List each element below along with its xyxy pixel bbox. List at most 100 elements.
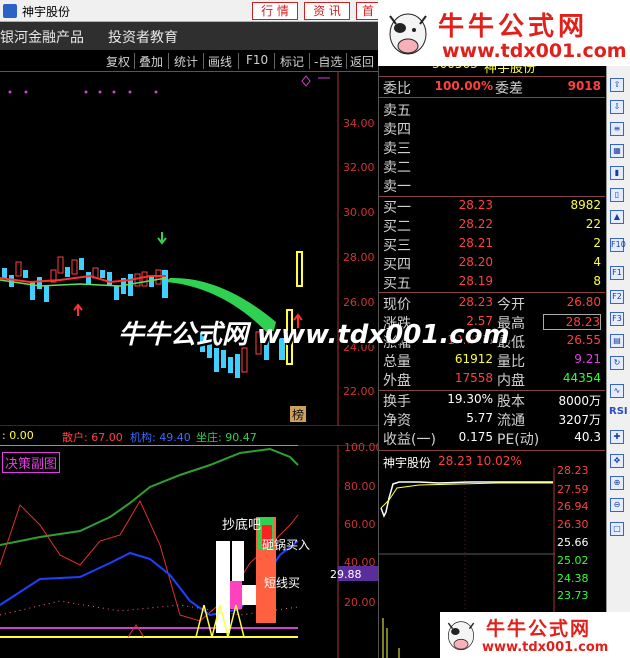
price-tick: 34.00 <box>343 117 375 130</box>
news-button[interactable]: 资 讯 <box>304 2 350 20</box>
stat-label: 总量 <box>383 354 411 370</box>
promo-item-products[interactable]: 银河金融产品 <box>0 27 84 47</box>
move-icon[interactable]: ✥ <box>610 454 624 468</box>
watermark-url: www.tdx001.com <box>482 640 609 655</box>
panel-divider <box>379 76 605 77</box>
top-right-markers <box>301 75 330 87</box>
cross-icon[interactable]: ✚ <box>610 430 624 444</box>
dealer-value: 坐庄: 90.47 <box>196 431 257 444</box>
tool-adjust[interactable]: 复权 <box>106 53 130 70</box>
home-button[interactable]: 首页 <box>356 2 380 20</box>
bars-icon[interactable]: ▮ <box>610 166 624 180</box>
short-buy-label: 短线买 <box>264 576 301 590</box>
bid-volume: 8982 <box>570 198 601 212</box>
stat-value: 17558 <box>454 371 493 385</box>
tool-mark[interactable]: 标记 <box>280 53 304 70</box>
refresh-icon[interactable]: ↻ <box>610 356 624 370</box>
stats-row: 收益(一) 0.175 PE(动) 40.3 <box>383 429 605 448</box>
wave-icon[interactable]: ∿ <box>610 384 624 398</box>
bid-price: 28.20 <box>458 255 493 269</box>
bid-price: 28.21 <box>458 236 493 250</box>
price-tick: 22.00 <box>343 385 375 398</box>
intraday-volume <box>382 618 400 658</box>
bid-volume: 8 <box>593 274 601 288</box>
tool-remove-favorite[interactable]: -自选 <box>314 53 342 70</box>
ask-label: 卖三 <box>383 141 411 157</box>
mini-chart-price: 28.23 <box>438 454 473 468</box>
zero-line <box>127 624 145 638</box>
ask-row: 卖一 <box>383 176 605 195</box>
tool-stats[interactable]: 统计 <box>174 53 198 70</box>
watermark-brand: 牛牛公式网 <box>438 12 589 42</box>
ask-label: 卖四 <box>383 122 411 138</box>
grid-icon[interactable]: ▦ <box>610 144 624 158</box>
decision-subchart[interactable]: 29.88 <box>0 445 378 658</box>
stat-label: 量比 <box>497 354 525 370</box>
page-icon[interactable]: □ <box>610 522 624 536</box>
stats-row: 净资 5.77 流通 3207万 <box>383 410 605 429</box>
bid-volume: 2 <box>593 236 601 250</box>
mini-tick: 28.23 <box>557 464 589 477</box>
cow-logo-icon <box>447 621 475 651</box>
panel-divider <box>379 97 605 98</box>
subchart-title[interactable]: 决策副图 <box>2 452 61 473</box>
tool-overlay[interactable]: 叠加 <box>139 53 163 70</box>
subchart-tick: 80.00 <box>344 480 376 493</box>
subchart-tick: 40.00 <box>344 556 376 569</box>
weicha-label: 委差 <box>495 81 523 97</box>
tool-back[interactable]: 返回 <box>350 53 374 70</box>
promo-item-education[interactable]: 投资者教育 <box>108 27 178 47</box>
stat-value: 0.175 <box>458 430 493 444</box>
f1-icon[interactable]: F1 <box>610 266 624 280</box>
stats-row: 换手 19.30% 股本 8000万 <box>383 391 605 410</box>
zoom-in-icon[interactable]: ⊕ <box>610 476 624 490</box>
zoom-out-icon[interactable]: ⊖ <box>610 498 624 512</box>
bid-price: 28.19 <box>458 274 493 288</box>
mini-tick: 26.30 <box>557 518 589 531</box>
kline-chart[interactable]: 榜 <box>0 72 378 426</box>
f3-icon[interactable]: F3 <box>610 312 624 326</box>
price-tick: 26.00 <box>343 296 375 309</box>
app-icon <box>3 4 17 18</box>
tool-f10[interactable]: F10 <box>246 53 268 67</box>
weicha-value: 9018 <box>567 79 601 93</box>
chart-icon[interactable]: ▲ <box>610 210 624 224</box>
report-icon[interactable]: ▤ <box>610 334 624 348</box>
watermark-banner-bottom: 牛牛公式网 www.tdx001.com <box>440 612 630 658</box>
toolbar-divider <box>346 53 347 69</box>
bid-label: 买二 <box>383 219 411 235</box>
rank-badge: 榜 <box>292 407 304 422</box>
bid-row: 买三 28.21 2 <box>383 235 605 254</box>
mini-tick: 27.59 <box>557 483 589 496</box>
bid-price: 28.23 <box>458 198 493 212</box>
candles-icon[interactable]: ▯ <box>610 188 624 202</box>
up-icon[interactable]: ⇧ <box>610 78 624 92</box>
tool-draw[interactable]: 画线 <box>208 53 232 70</box>
stat-value: 40.3 <box>574 430 601 444</box>
cow-logo-icon <box>389 13 427 55</box>
toolbar-divider <box>309 53 310 69</box>
ask-label: 卖五 <box>383 103 411 119</box>
stats-row: 现价 28.23 今开 26.80 <box>383 294 605 313</box>
mini-tick: 23.73 <box>557 589 589 602</box>
stat-label: 股本 <box>497 394 525 410</box>
subchart-tick: 100.00 <box>344 441 383 454</box>
bid-label: 买五 <box>383 276 411 292</box>
retail-value: 散户: 67.00 <box>62 431 123 444</box>
watermark-brand: 牛牛公式网 <box>486 618 592 640</box>
panel-divider <box>379 450 605 451</box>
f10-icon[interactable]: F10 <box>610 238 626 252</box>
price-tick: 30.00 <box>343 206 375 219</box>
bid-row: 买五 28.19 8 <box>383 273 605 292</box>
panel-divider <box>379 292 605 293</box>
quotes-button[interactable]: 行 情 <box>252 2 298 20</box>
rsi-icon[interactable]: RSI <box>609 406 628 417</box>
weibi-value: 100.00% <box>434 79 493 93</box>
list-icon[interactable]: ≡ <box>610 122 624 136</box>
buy-in-label: 砸锅买入 <box>262 538 311 552</box>
order-ratio-row: 委比 100.00% 委差 9018 <box>383 78 605 97</box>
f2-icon[interactable]: F2 <box>610 290 624 304</box>
down-icon[interactable]: ⇩ <box>610 100 624 114</box>
mini-tick: 24.38 <box>557 572 589 585</box>
stat-label: 流通 <box>497 413 525 429</box>
